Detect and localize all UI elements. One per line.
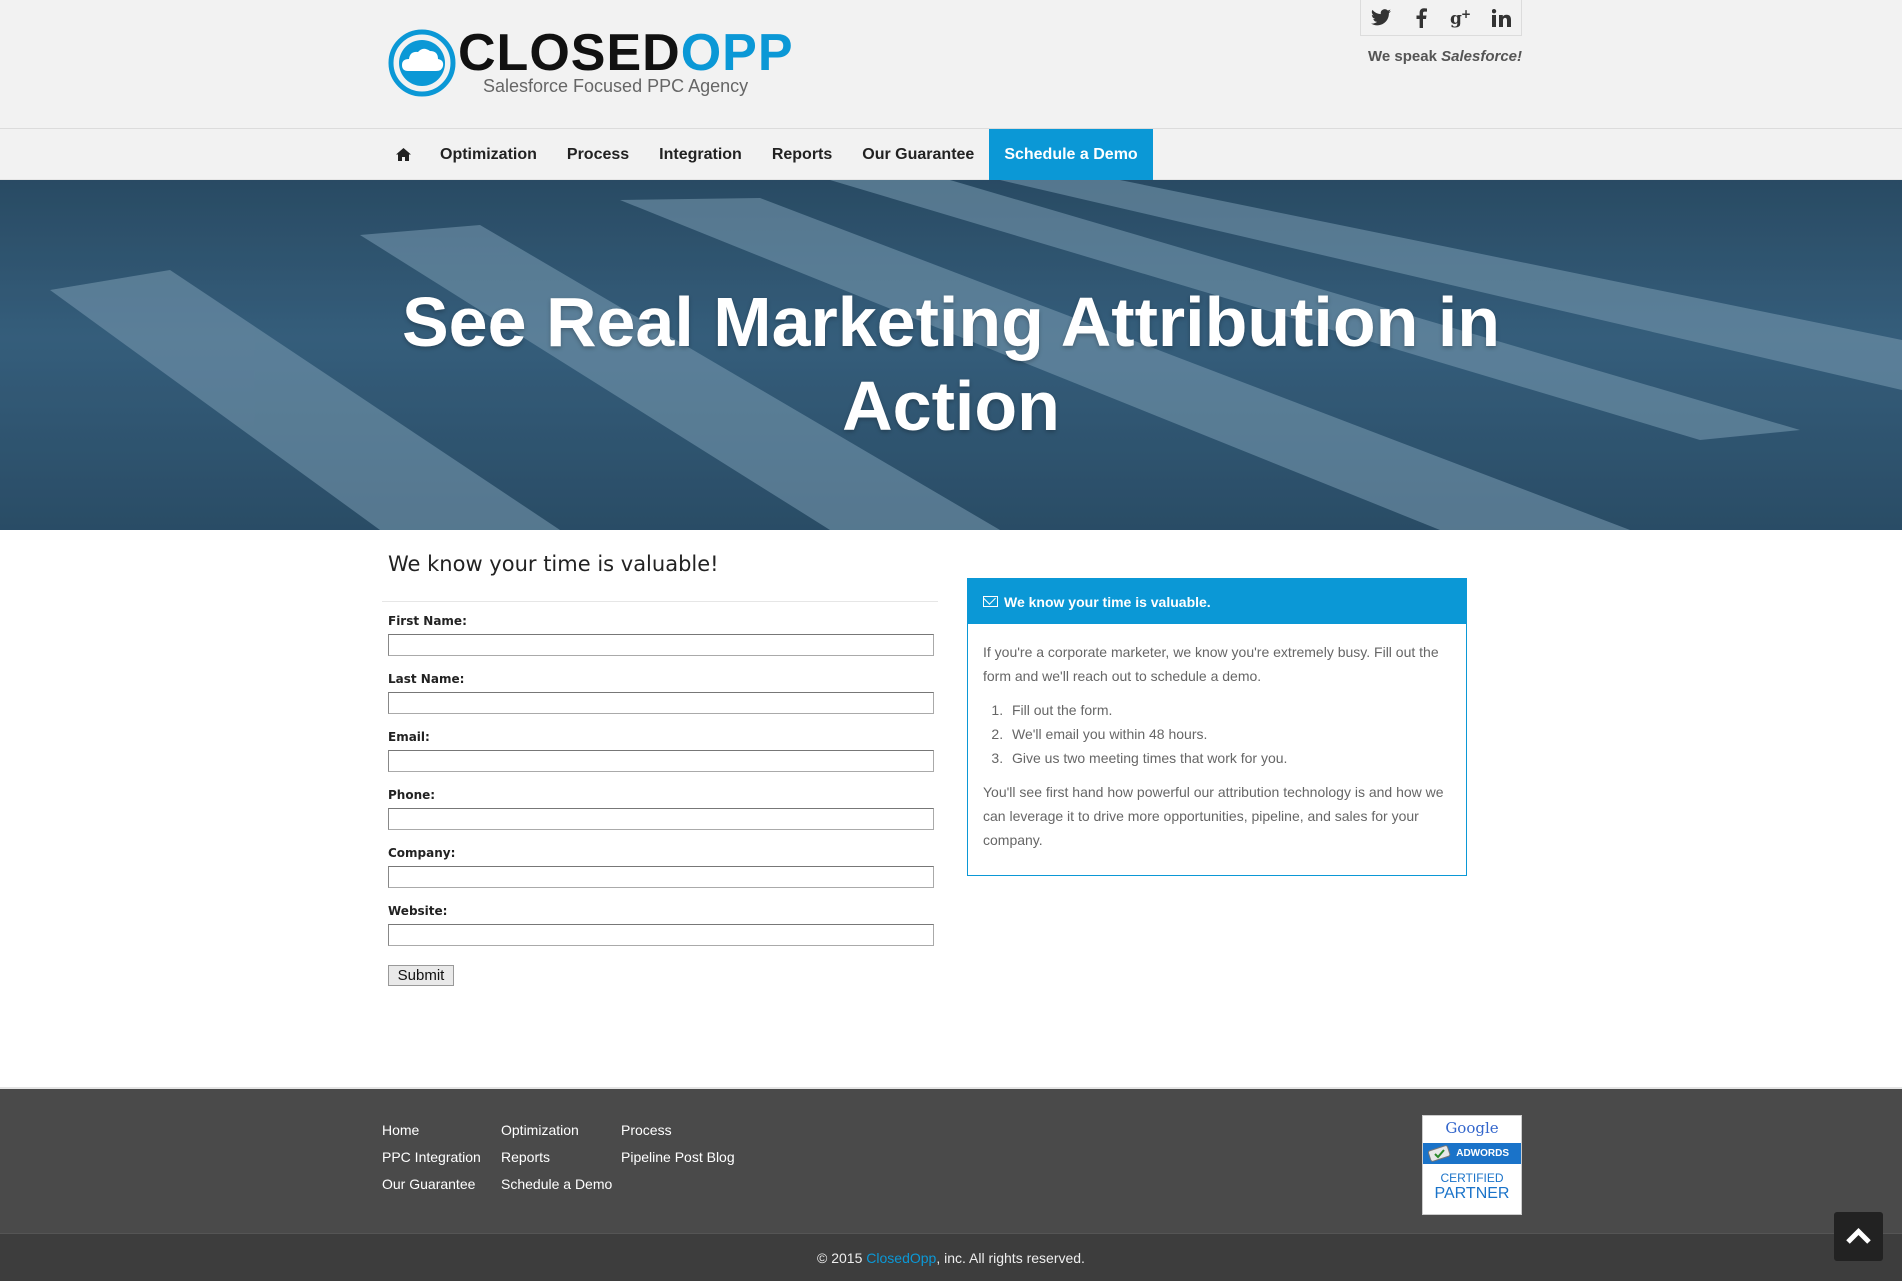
site-logo[interactable]: CLOSEDOPP Salesforce Focused PPC Agency [388,25,793,102]
step-item: Fill out the form. [1007,698,1451,722]
step-item: We'll email you within 48 hours. [1007,722,1451,746]
email-input[interactable] [388,750,934,772]
step-item: Give us two meeting times that work for … [1007,746,1451,770]
copyright-text: © 2015 ClosedOpp, inc. All rights reserv… [817,1250,1085,1266]
logo-tagline: Salesforce Focused PPC Agency [483,76,749,96]
footer-link-optimization[interactable]: Optimization [501,1117,612,1144]
company-group: Company: [388,846,934,888]
google-plus-icon[interactable]: g + [1441,0,1481,35]
website-input[interactable] [388,924,934,946]
site-header: CLOSEDOPP Salesforce Focused PPC Agency … [0,0,1902,129]
website-group: Website: [388,904,934,946]
copyright-bar: © 2015 ClosedOpp, inc. All rights reserv… [0,1233,1902,1281]
panel-title: We know your time is valuable. [1004,593,1211,610]
footer-col-3: Process Pipeline Post Blog [621,1117,735,1171]
info-panel: We know your time is valuable. If you're… [967,578,1467,876]
badge-certified: CERTIFIED [1440,1171,1504,1185]
panel-header: We know your time is valuable. [968,579,1466,624]
footer-link-blog[interactable]: Pipeline Post Blog [621,1144,735,1171]
phone-input[interactable] [388,808,934,830]
nav-integration[interactable]: Integration [644,129,757,180]
email-label: Email: [388,730,430,744]
hero-banner: See Real Marketing Attribution in Action [0,180,1902,530]
linkedin-icon[interactable] [1481,0,1521,35]
panel-outro: You'll see first hand how powerful our a… [983,784,1444,848]
first-name-group: First Name: [388,614,934,656]
nav-reports[interactable]: Reports [757,129,847,180]
badge-band: ADWORDS [1423,1143,1521,1164]
salesforce-tagline: We speak Salesforce! [1368,48,1522,65]
last-name-group: Last Name: [388,672,934,714]
svg-text:+: + [1461,8,1471,21]
cloud-logo-icon [388,29,456,97]
last-name-label: Last Name: [388,672,465,686]
twitter-icon[interactable] [1361,0,1401,35]
footer-col-1: Home PPC Integration Our Guarantee [382,1117,481,1198]
heading-divider [382,601,938,602]
phone-group: Phone: [388,788,934,830]
form-heading: We know your time is valuable! [388,552,719,576]
nav-our-guarantee[interactable]: Our Guarantee [847,129,989,180]
social-links: g + [1360,0,1522,36]
website-label: Website: [388,904,448,918]
phone-label: Phone: [388,788,436,802]
badge-partner: PARTNER [1434,1185,1510,1202]
panel-intro: If you're a corporate marketer, we know … [983,644,1439,684]
company-input[interactable] [388,866,934,888]
main-nav: Optimization Process Integration Reports… [0,129,1902,180]
first-name-label: First Name: [388,614,467,628]
footer-link-our-guarantee[interactable]: Our Guarantee [382,1171,481,1198]
footer-link-process[interactable]: Process [621,1117,735,1144]
footer-link-home[interactable]: Home [382,1117,481,1144]
logo-wordmark: CLOSEDOPP [458,24,794,82]
copyright-brand-link[interactable]: ClosedOpp [866,1250,936,1266]
nav-optimization[interactable]: Optimization [425,129,552,180]
company-label: Company: [388,846,456,860]
adwords-partner-badge[interactable]: Google ADWORDS CERTIFIED PARTNER [1422,1115,1522,1215]
nav-schedule-demo[interactable]: Schedule a Demo [989,129,1153,180]
footer-link-ppc-integration[interactable]: PPC Integration [382,1144,481,1171]
envelope-icon [983,596,998,607]
site-footer: Home PPC Integration Our Guarantee Optim… [0,1087,1902,1233]
first-name-input[interactable] [388,634,934,656]
submit-button[interactable]: Submit [388,965,454,986]
nav-process[interactable]: Process [552,129,644,180]
adwords-check-icon [1427,1145,1451,1162]
home-icon [396,148,411,161]
facebook-icon[interactable] [1401,0,1441,35]
footer-col-2: Optimization Reports Schedule a Demo [501,1117,612,1198]
email-group: Email: [388,730,934,772]
hero-title: See Real Marketing Attribution in Action [401,283,1501,445]
chevron-up-icon [1846,1227,1871,1244]
back-to-top-button[interactable] [1834,1212,1883,1261]
badge-google-text: Google [1445,1119,1499,1137]
nav-home[interactable] [388,129,425,180]
steps-list: Fill out the form. We'll email you withi… [1007,698,1451,770]
last-name-input[interactable] [388,692,934,714]
footer-link-schedule-demo[interactable]: Schedule a Demo [501,1171,612,1198]
panel-body: If you're a corporate marketer, we know … [968,624,1466,868]
footer-link-reports[interactable]: Reports [501,1144,612,1171]
